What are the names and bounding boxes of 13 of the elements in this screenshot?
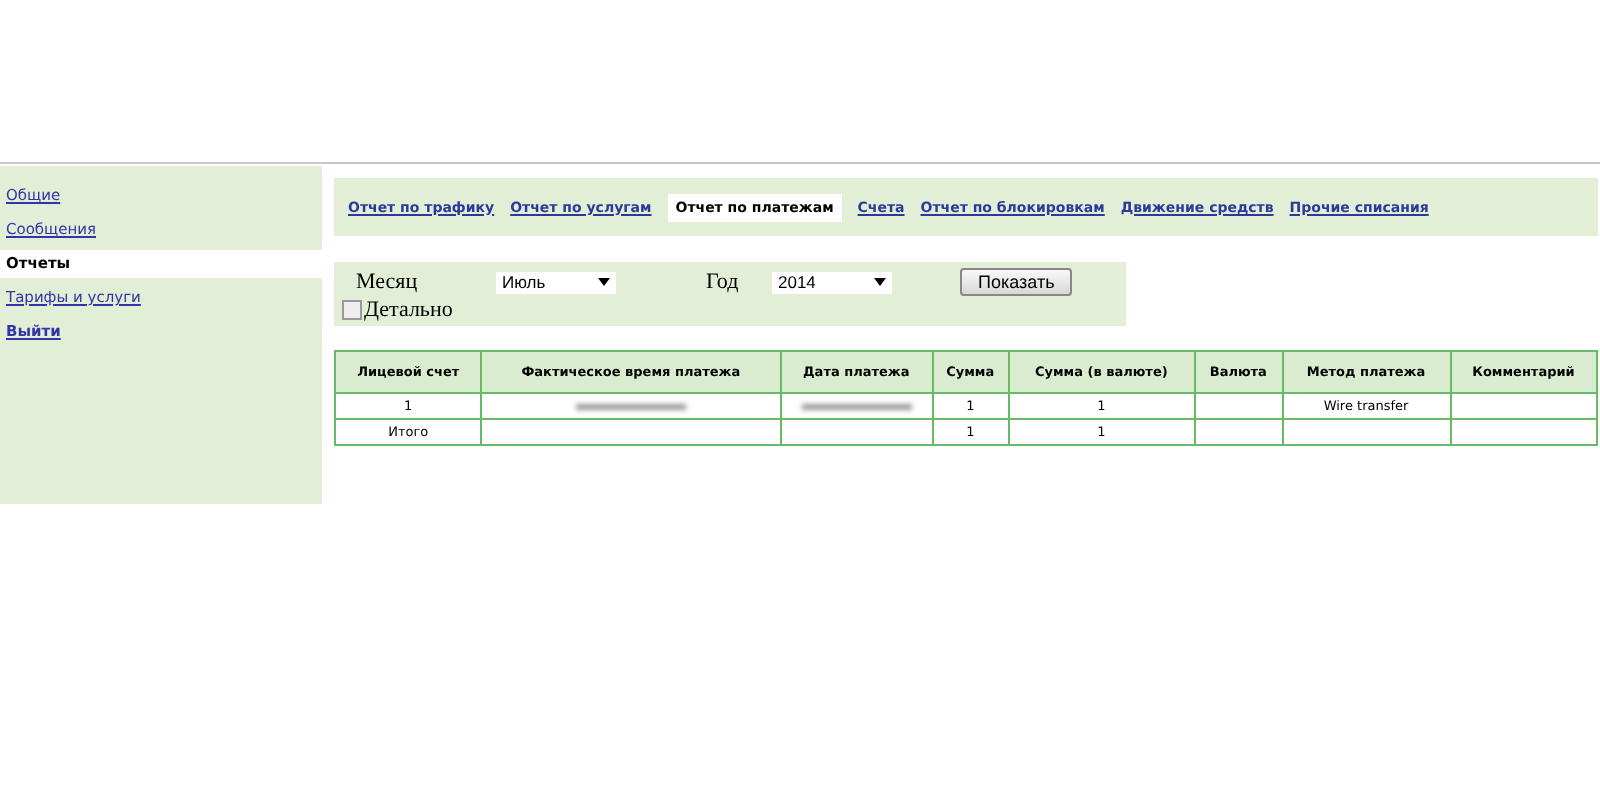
year-label: Год xyxy=(706,270,741,294)
detail-checkbox[interactable] xyxy=(342,300,362,320)
redaction-mark xyxy=(801,403,912,410)
table-cell xyxy=(1194,419,1283,445)
table-cell xyxy=(1194,393,1283,419)
detail-label: Детально xyxy=(364,298,453,322)
year-dropdown[interactable]: 2014 xyxy=(772,271,892,293)
caret-icon xyxy=(598,278,610,286)
redaction-mark xyxy=(575,403,686,410)
caret-icon xyxy=(874,278,886,286)
month-dropdown[interactable]: Июль xyxy=(496,271,616,293)
show-button[interactable]: Показать xyxy=(960,268,1073,296)
month-label: Месяц xyxy=(356,270,420,294)
